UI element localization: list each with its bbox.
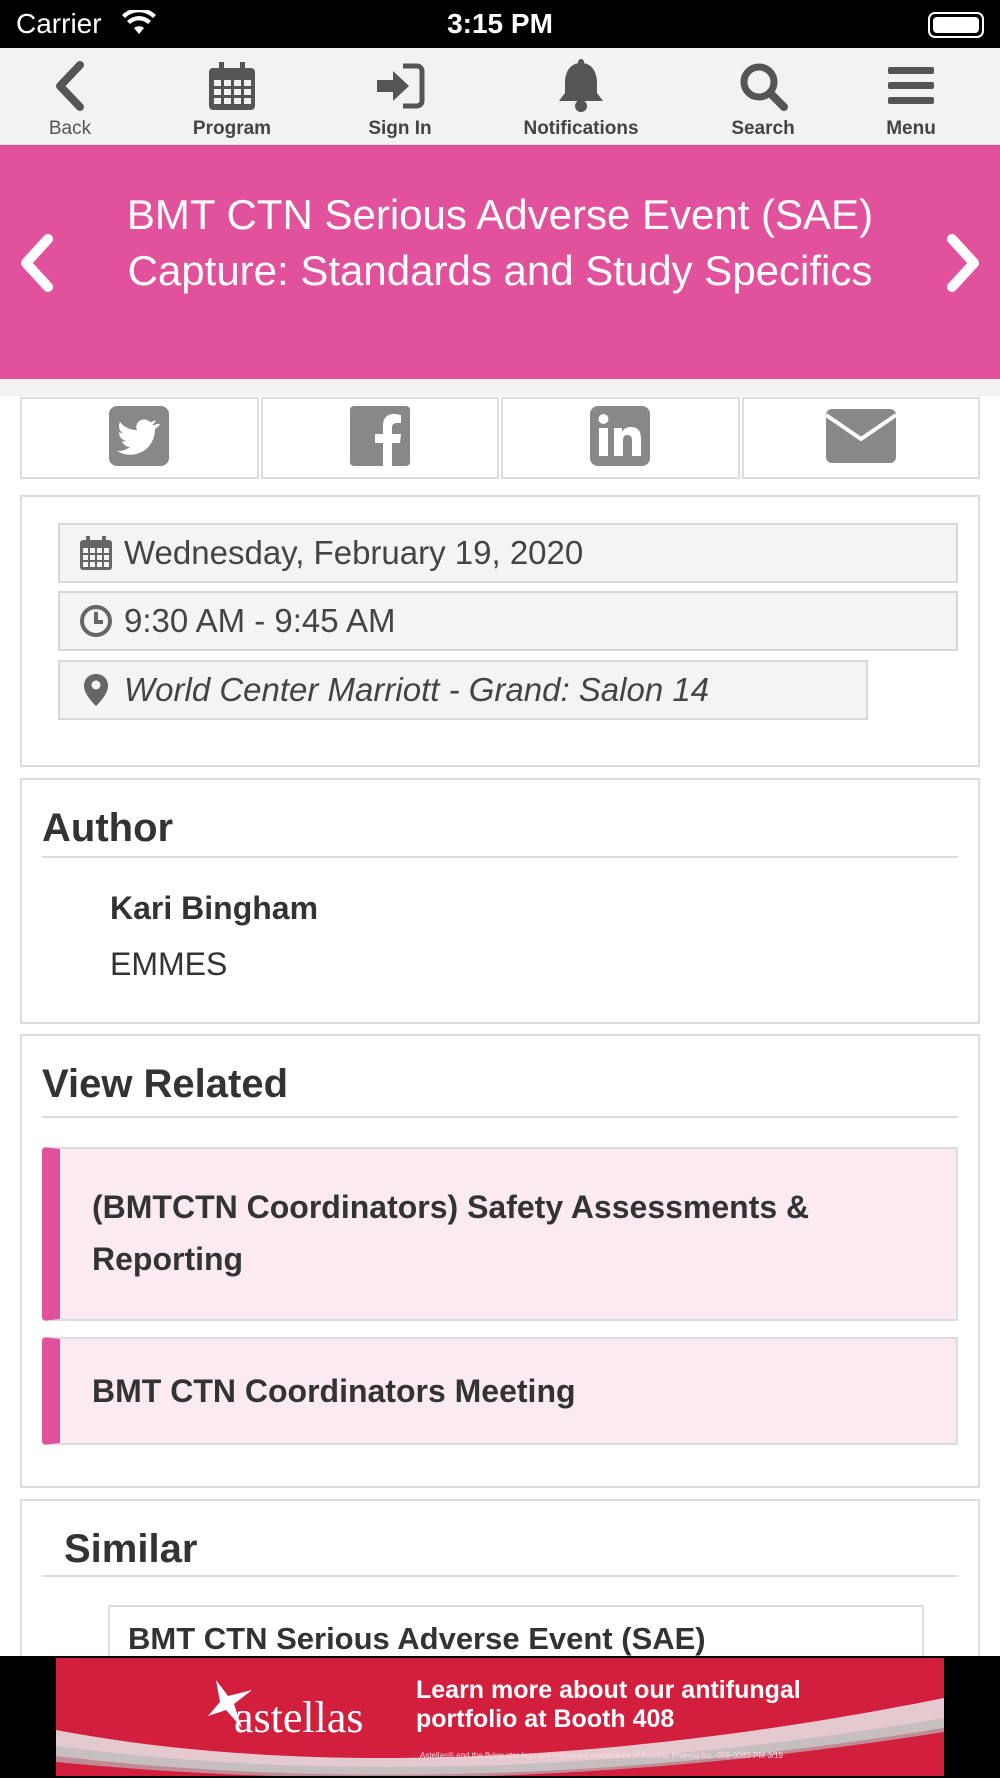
top-toolbar: Back Program Sign In Notifications Searc…	[0, 48, 1000, 145]
session-title: BMT CTN Serious Adverse Event (SAE) Capt…	[126, 191, 874, 294]
hamburger-icon	[881, 56, 941, 116]
back-label: Back	[48, 118, 92, 139]
similar-item-title: BMT CTN Serious Adverse Event (SAE)	[128, 1621, 706, 1656]
share-email-button[interactable]	[741, 397, 980, 479]
session-date: Wednesday, February 19, 2020	[124, 534, 584, 571]
session-banner: BMT CTN Serious Adverse Event (SAE) Capt…	[0, 145, 1000, 379]
session-location-row[interactable]: World Center Marriott - Grand: Salon 14	[58, 660, 868, 720]
twitter-icon	[109, 405, 170, 471]
calendar-icon	[202, 56, 262, 116]
notifications-button[interactable]: Notifications	[510, 48, 652, 145]
author-heading: Author	[42, 806, 958, 858]
clock-icon	[76, 604, 116, 638]
program-label: Program	[192, 118, 272, 139]
back-button[interactable]: Back	[20, 48, 120, 145]
search-label: Search	[731, 118, 795, 139]
chevron-left-icon	[16, 233, 56, 298]
menu-label: Menu	[886, 118, 936, 139]
similar-heading: Similar	[42, 1527, 958, 1577]
next-session-button[interactable]	[934, 230, 994, 300]
linkedin-icon	[590, 405, 651, 471]
facebook-icon	[349, 405, 410, 471]
author-card: Author Kari Bingham EMMES	[20, 778, 980, 1024]
email-icon	[824, 408, 897, 468]
ad-banner: astellas Learn more about our antifungal…	[0, 1656, 1000, 1778]
view-related-card: View Related (BMTCTN Coordinators) Safet…	[20, 1034, 980, 1488]
menu-button[interactable]: Menu	[861, 48, 961, 145]
clock: 3:15 PM	[447, 8, 553, 39]
share-linkedin-button[interactable]	[501, 397, 740, 479]
program-button[interactable]: Program	[171, 48, 293, 145]
share-twitter-button[interactable]	[20, 397, 259, 479]
battery-icon	[928, 12, 984, 38]
session-time-row: 9:30 AM - 9:45 AM	[58, 591, 958, 651]
view-related-heading: View Related	[42, 1062, 958, 1118]
share-facebook-button[interactable]	[260, 397, 499, 479]
ad-fine-print: Astellas® and the flying star logo are r…	[420, 1751, 783, 1760]
search-icon	[733, 56, 793, 116]
astellas-ad[interactable]: astellas Learn more about our antifungal…	[56, 1658, 944, 1776]
ad-message: Learn more about our antifungal portfoli…	[416, 1676, 801, 1733]
sign-in-icon	[370, 56, 430, 116]
related-item-title: BMT CTN Coordinators Meeting	[92, 1373, 576, 1409]
chevron-left-icon	[40, 56, 100, 116]
notifications-label: Notifications	[523, 118, 639, 139]
search-button[interactable]: Search	[713, 48, 813, 145]
calendar-icon	[76, 535, 116, 571]
session-location: World Center Marriott - Grand: Salon 14	[124, 671, 710, 708]
map-marker-icon	[76, 673, 116, 707]
sign-in-label: Sign In	[368, 118, 432, 139]
author-name[interactable]: Kari Bingham	[110, 890, 318, 927]
sign-in-button[interactable]: Sign In	[350, 48, 450, 145]
related-item[interactable]: BMT CTN Coordinators Meeting	[42, 1337, 958, 1445]
banner-divider	[0, 379, 1000, 396]
session-time: 9:30 AM - 9:45 AM	[124, 602, 396, 639]
chevron-right-icon	[944, 233, 984, 298]
session-info-card: Wednesday, February 19, 2020 9:30 AM - 9…	[20, 495, 980, 767]
share-bar	[20, 397, 980, 479]
related-item[interactable]: (BMTCTN Coordinators) Safety Assessments…	[42, 1147, 958, 1321]
related-item-title: (BMTCTN Coordinators) Safety Assessments…	[92, 1189, 810, 1277]
author-organization: EMMES	[110, 946, 228, 982]
astellas-logo: astellas	[234, 1693, 364, 1742]
session-date-row: Wednesday, February 19, 2020	[58, 523, 958, 583]
bell-icon	[551, 56, 611, 116]
status-bar: Carrier 3:15 PM	[0, 0, 1000, 48]
previous-session-button[interactable]	[6, 230, 66, 300]
